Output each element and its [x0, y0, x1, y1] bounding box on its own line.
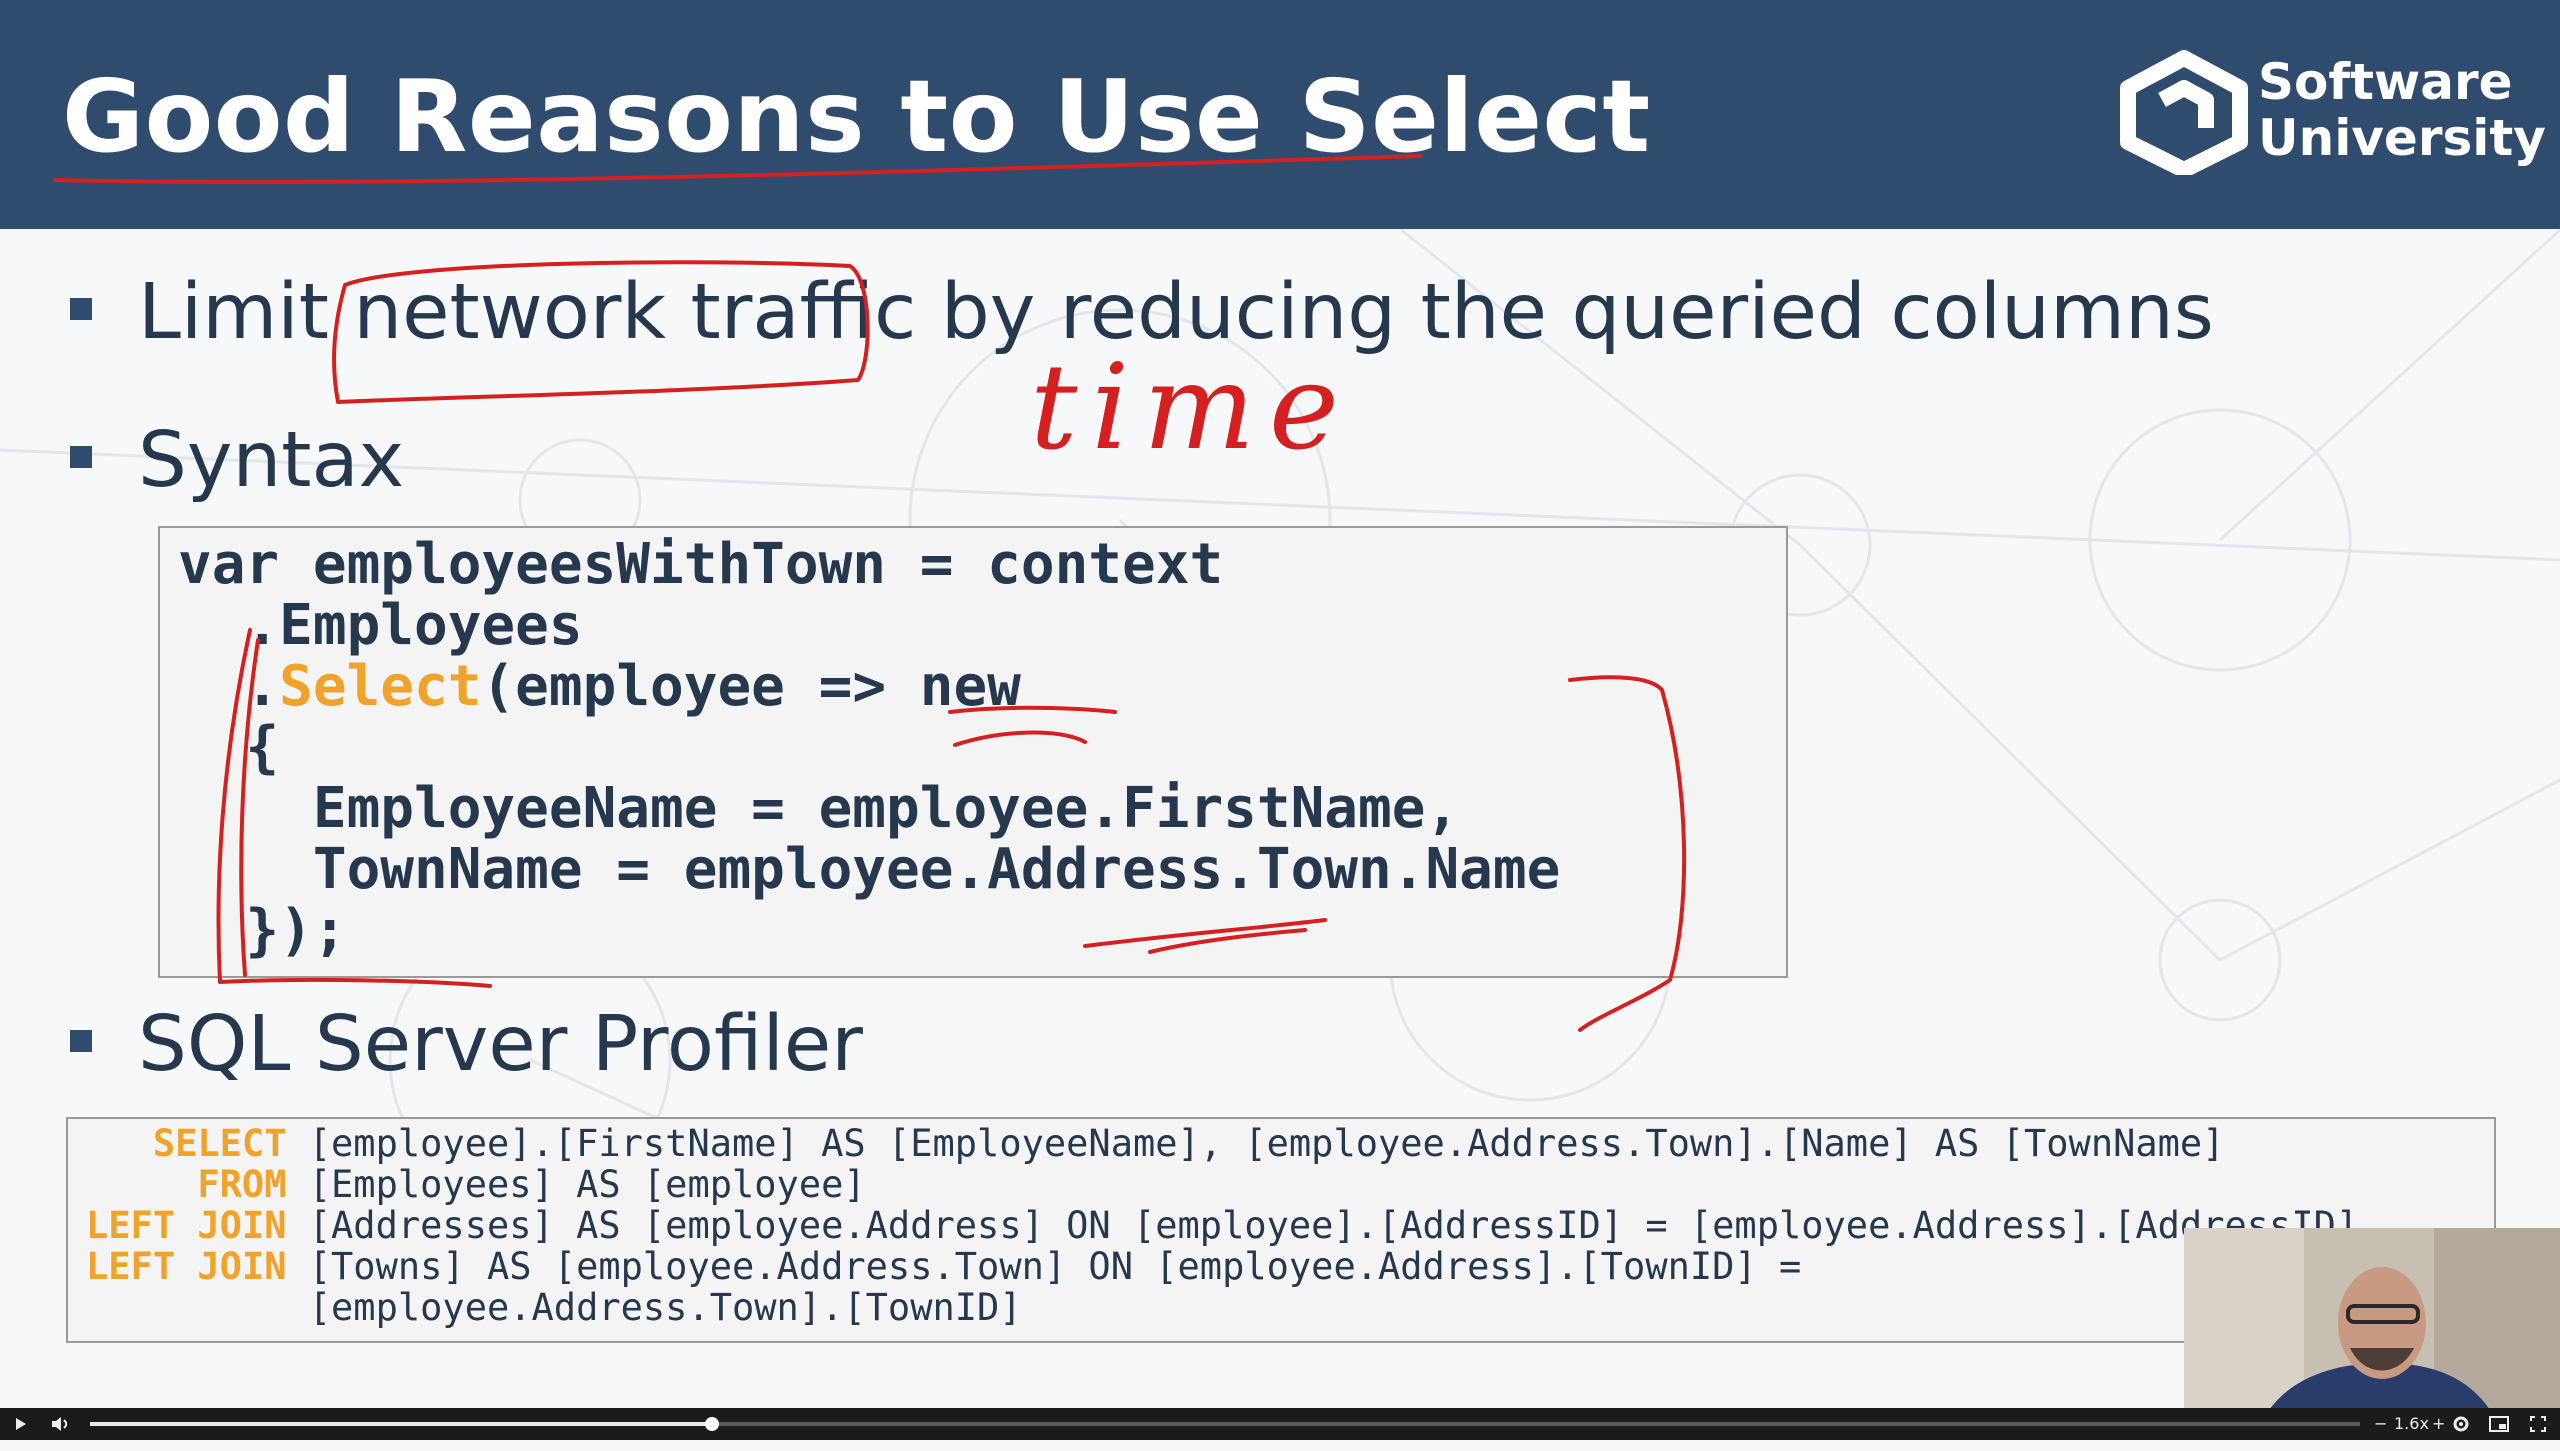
code-line-5: EmployeeName = employee.FirstName,: [178, 776, 1460, 841]
code-line-3-suffix: (employee => new: [481, 654, 1021, 719]
fullscreen-icon: [2530, 1416, 2546, 1432]
sql-text: [employee].[FirstName] AS [EmployeeName]…: [286, 1122, 2225, 1165]
play-icon: [16, 1418, 26, 1430]
sql-keyword: LEFT JOIN: [86, 1245, 287, 1288]
volume-button[interactable]: [50, 1408, 70, 1451]
sql-code-block: SELECT [employee].[FirstName] AS [Employ…: [66, 1117, 2496, 1343]
code-line-6: TownName = employee.Address.Town.Name: [178, 837, 1561, 902]
logo-line-1: Software: [2258, 53, 2513, 111]
speed-increase-button[interactable]: +: [2432, 1408, 2445, 1440]
slide-title: Good Reasons to Use Select: [62, 58, 1651, 175]
sql-line-4: LEFT JOIN [Towns] AS [employee.Address.T…: [86, 1246, 1801, 1287]
sql-line-3: LEFT JOIN [Addresses] AS [employee.Addre…: [86, 1205, 2358, 1246]
progress-scrubber[interactable]: [704, 1417, 719, 1431]
bullet-marker: [70, 298, 92, 320]
sql-line-2: FROM [Employees] AS [employee]: [86, 1163, 866, 1206]
csharp-code-block: var employeesWithTown = context .Employe…: [158, 526, 1788, 978]
sql-keyword: LEFT JOIN: [86, 1204, 287, 1247]
bullet-sql-profiler: SQL Server Profiler: [138, 1000, 863, 1089]
sql-keyword: SELECT: [86, 1122, 287, 1165]
fullscreen-button[interactable]: [2528, 1408, 2548, 1451]
bullet-marker: [70, 1030, 92, 1052]
sql-keyword: FROM: [86, 1163, 287, 1206]
sql-line-1: SELECT [employee].[FirstName] AS [Employ…: [86, 1123, 2225, 1164]
bullet-syntax: Syntax: [138, 416, 405, 505]
gear-icon: [2453, 1416, 2469, 1432]
sql-text: [Employees] AS [employee]: [286, 1163, 866, 1206]
bullet-network-traffic: Limit network traffic by reducing the qu…: [138, 268, 2214, 357]
code-line-3: .Select(employee => new: [178, 654, 1021, 719]
progress-fill: [90, 1422, 712, 1426]
sql-keyword: [86, 1286, 286, 1329]
code-line-1: var employeesWithTown = context: [178, 532, 1224, 597]
code-line-3-prefix: .: [178, 654, 280, 719]
playback-speed[interactable]: 1.6x: [2394, 1408, 2429, 1440]
select-keyword: Select: [279, 654, 482, 719]
sql-text: [Towns] AS [employee.Address.Town] ON [e…: [286, 1245, 1802, 1288]
progress-bar[interactable]: [90, 1417, 2360, 1431]
settings-button[interactable]: [2452, 1408, 2470, 1451]
logo-text: Software University: [2258, 54, 2546, 166]
sql-text: [Addresses] AS [employee.Address] ON [em…: [286, 1204, 2359, 1247]
slide-header: Good Reasons to Use Select Software Univ…: [0, 0, 2560, 229]
picture-in-picture-button[interactable]: [2488, 1408, 2510, 1451]
code-line-4: {: [178, 715, 280, 780]
play-button[interactable]: [14, 1408, 28, 1451]
video-player-controls: − 1.6x +: [0, 1408, 2560, 1440]
slide: Good Reasons to Use Select Software Univ…: [0, 0, 2560, 1408]
code-line-7: });: [178, 898, 347, 963]
sql-text: [employee.Address.Town].[TownID]: [286, 1286, 1022, 1329]
code-line-2: .Employees: [178, 593, 583, 658]
logo-line-2: University: [2258, 109, 2546, 167]
volume-icon: [52, 1417, 68, 1431]
speed-decrease-button[interactable]: −: [2374, 1408, 2387, 1440]
sql-line-5: [employee.Address.Town].[TownID]: [86, 1287, 1022, 1328]
picture-in-picture-icon: [2489, 1416, 2509, 1432]
bullet-marker: [70, 446, 92, 468]
